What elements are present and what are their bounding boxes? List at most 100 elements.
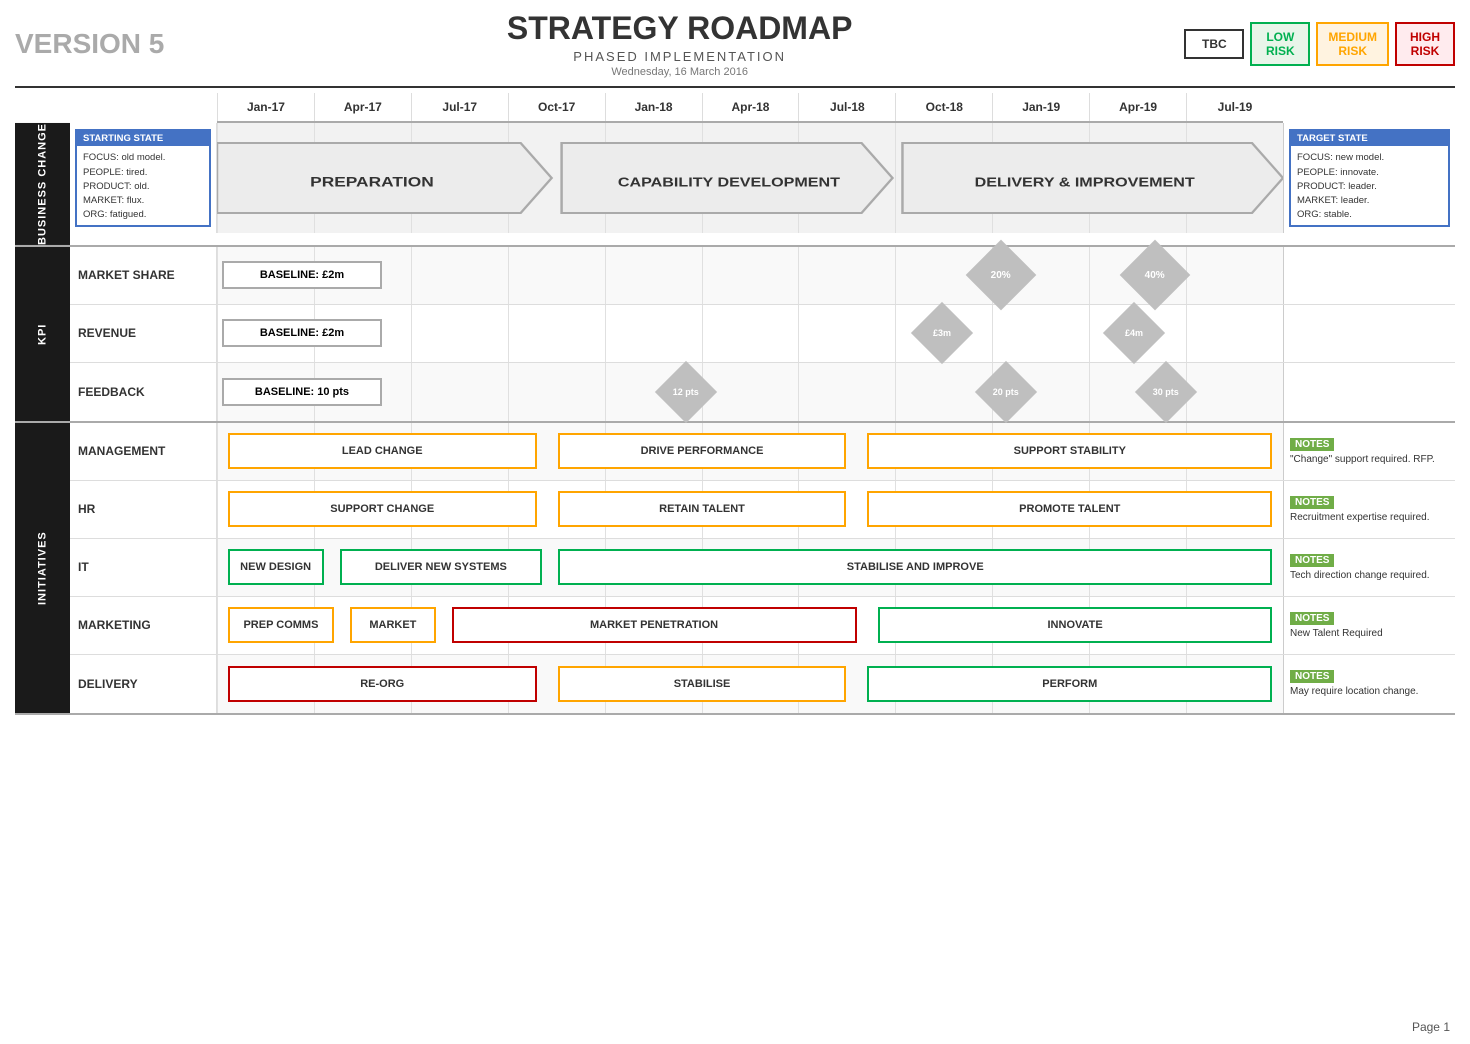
timeline-header: Jan-17 Apr-17 Jul-17 Oct-17 Jan-18 Apr-1… (217, 93, 1283, 123)
notes-text-it: Tech direction change required. (1290, 570, 1449, 581)
tl-col-jul18: Jul-18 (798, 93, 895, 121)
badge-low: LOWRISK (1250, 22, 1310, 66)
kpi-notes-ms (1283, 247, 1455, 304)
section-inner-bc: STARTING STATE FOCUS: old model.PEOPLE: … (70, 123, 1455, 245)
init-cells-marketing: PREP COMMS MARKET MARKET PENETRATION INN… (217, 597, 1283, 654)
kpi-notes-fb (1283, 363, 1455, 421)
kpi-row-revenue: REVENUE BASELINE: £2m £3m (70, 305, 1455, 363)
notes-badge-mgmt: NOTES (1290, 438, 1334, 451)
init-box-market-penetration: MARKET PENETRATION (452, 607, 857, 643)
svg-text:CAPABILITY DEVELOPMENT: CAPABILITY DEVELOPMENT (618, 176, 840, 190)
section-kpi: KPI MARKET SHARE BASELINE: £2m (15, 247, 1455, 423)
target-state-box: TARGET STATE FOCUS: new model.PEOPLE: in… (1283, 123, 1455, 233)
kpi-cells-feedback: BASELINE: 10 pts 12 pts 20 pts (217, 363, 1283, 421)
section-inner-init: MANAGEMENT LEAD CHANGE DRIVE PERFORMANCE… (70, 423, 1455, 713)
init-label-hr: HR (70, 481, 217, 538)
notes-text-marketing: New Talent Required (1290, 628, 1449, 639)
section-label-kpi: KPI (15, 247, 70, 421)
kpi-cells-revenue: BASELINE: £2m £3m £4m (217, 305, 1283, 362)
notes-badge-it: NOTES (1290, 554, 1334, 567)
kpi-label-market-share: MARKET SHARE (70, 247, 217, 304)
sub-title: PHASED IMPLEMENTATION (175, 49, 1184, 64)
version-label: VERSION 5 (15, 28, 175, 60)
init-box-reorg: RE-ORG (228, 666, 537, 702)
init-box-innovate: INNOVATE (878, 607, 1272, 643)
badge-high: HIGHRISK (1395, 22, 1455, 66)
notes-badge-delivery: NOTES (1290, 670, 1334, 683)
section-business-change: BUSINESS CHANGE STARTING STATE FOCUS: ol… (15, 123, 1455, 247)
init-box-retain-talent: RETAIN TALENT (558, 491, 846, 527)
init-box-stabilise: STABILISE (558, 666, 846, 702)
init-label-management: MANAGEMENT (70, 423, 217, 480)
kpi-label-revenue: REVENUE (70, 305, 217, 362)
init-box-support-stab: SUPPORT STABILITY (867, 433, 1272, 469)
starting-state-body: FOCUS: old model.PEOPLE: tired.PRODUCT: … (77, 149, 209, 224)
kpi-diamond-rev-3m: £3m (920, 311, 964, 355)
target-state-body: FOCUS: new model.PEOPLE: innovate.PRODUC… (1291, 149, 1448, 224)
section-label-init: INITIATIVES (15, 423, 70, 713)
kpi-row-market-share: MARKET SHARE BASELINE: £2m (70, 247, 1455, 305)
init-notes-it: NOTES Tech direction change required. (1283, 539, 1455, 596)
kpi-baseline-rev: BASELINE: £2m (222, 319, 382, 347)
tl-col-jan19: Jan-19 (992, 93, 1089, 121)
init-notes-management: NOTES "Change" support required. RFP. (1283, 423, 1455, 480)
badge-medium: MEDIUMRISK (1316, 22, 1389, 66)
init-row-delivery: DELIVERY RE-ORG STABILISE PERFORM (70, 655, 1455, 713)
bc-arrows-area: PREPARATION CAPABILITY DEVELOPMENT DELIV… (217, 123, 1283, 233)
tl-col-oct17: Oct-17 (508, 93, 605, 121)
notes-text-hr: Recruitment expertise required. (1290, 512, 1449, 523)
tl-col-jan17: Jan-17 (217, 93, 314, 121)
kpi-diamond-ms-40: 40% (1130, 250, 1180, 300)
section-inner-kpi: MARKET SHARE BASELINE: £2m (70, 247, 1455, 421)
kpi-diamond-ms-20: 20% (976, 250, 1026, 300)
init-cells-management: LEAD CHANGE DRIVE PERFORMANCE SUPPORT ST… (217, 423, 1283, 480)
header: VERSION 5 STRATEGY ROADMAP PHASED IMPLEM… (15, 10, 1455, 88)
starting-state-header: STARTING STATE (77, 131, 209, 146)
init-row-hr: HR SUPPORT CHANGE RETAIN TALENT PROMOTE … (70, 481, 1455, 539)
init-box-lead-change: LEAD CHANGE (228, 433, 537, 469)
tl-col-oct18: Oct-18 (895, 93, 992, 121)
tl-col-jan18: Jan-18 (605, 93, 702, 121)
notes-badge-hr: NOTES (1290, 496, 1334, 509)
section-label-bc: BUSINESS CHANGE (15, 123, 70, 245)
kpi-baseline-ms: BASELINE: £2m (222, 261, 382, 289)
init-box-deliver-new-sys: DELIVER NEW SYSTEMS (340, 549, 543, 585)
init-box-stabilise-improve: STABILISE AND IMPROVE (558, 549, 1272, 585)
bc-row: STARTING STATE FOCUS: old model.PEOPLE: … (70, 123, 1455, 233)
tl-col-jul17: Jul-17 (411, 93, 508, 121)
tl-col-apr19: Apr-19 (1089, 93, 1186, 121)
init-cells-it: NEW DESIGN DELIVER NEW SYSTEMS STABILISE… (217, 539, 1283, 596)
kpi-label-feedback: FEEDBACK (70, 363, 217, 421)
kpi-notes-rev (1283, 305, 1455, 362)
init-label-it: IT (70, 539, 217, 596)
page-container: VERSION 5 STRATEGY ROADMAP PHASED IMPLEM… (0, 0, 1470, 1044)
target-state: TARGET STATE FOCUS: new model.PEOPLE: in… (1289, 129, 1450, 226)
kpi-cells-market-share: BASELINE: £2m 20% 40% (217, 247, 1283, 304)
kpi-baseline-fb: BASELINE: 10 pts (222, 378, 382, 406)
page-number: Page 1 (1412, 1020, 1450, 1034)
init-notes-delivery: NOTES May require location change. (1283, 655, 1455, 713)
date-text: Wednesday, 16 March 2016 (175, 66, 1184, 78)
header-center: STRATEGY ROADMAP PHASED IMPLEMENTATION W… (175, 10, 1184, 78)
risk-badges: TBC LOWRISK MEDIUMRISK HIGHRISK (1184, 22, 1455, 66)
init-box-perform: PERFORM (867, 666, 1272, 702)
starting-state: STARTING STATE FOCUS: old model.PEOPLE: … (75, 129, 211, 226)
init-box-drive-perf: DRIVE PERFORMANCE (558, 433, 846, 469)
section-initiatives: INITIATIVES MANAGEMENT LEAD CHANGE DRIVE… (15, 423, 1455, 715)
kpi-diamond-rev-4m: £4m (1112, 311, 1156, 355)
init-row-marketing: MARKETING PREP COMMS MARKET MARKET PENET… (70, 597, 1455, 655)
init-cells-delivery: RE-ORG STABILISE PERFORM (217, 655, 1283, 713)
init-row-it: IT NEW DESIGN DELIVER NEW SYSTEMS STABIL… (70, 539, 1455, 597)
notes-badge-marketing: NOTES (1290, 612, 1334, 625)
starting-state-box: STARTING STATE FOCUS: old model.PEOPLE: … (70, 123, 217, 233)
init-notes-hr: NOTES Recruitment expertise required. (1283, 481, 1455, 538)
kpi-diamond-fb-20: 20 pts (984, 370, 1028, 414)
init-cells-hr: SUPPORT CHANGE RETAIN TALENT PROMOTE TAL… (217, 481, 1283, 538)
init-label-marketing: MARKETING (70, 597, 217, 654)
bc-arrows-svg: PREPARATION CAPABILITY DEVELOPMENT DELIV… (217, 138, 1283, 218)
tl-col-apr17: Apr-17 (314, 93, 411, 121)
kpi-diamond-fb-12: 12 pts (664, 370, 708, 414)
init-box-market: MARKET (350, 607, 435, 643)
init-row-management: MANAGEMENT LEAD CHANGE DRIVE PERFORMANCE… (70, 423, 1455, 481)
tl-col-apr18: Apr-18 (702, 93, 799, 121)
